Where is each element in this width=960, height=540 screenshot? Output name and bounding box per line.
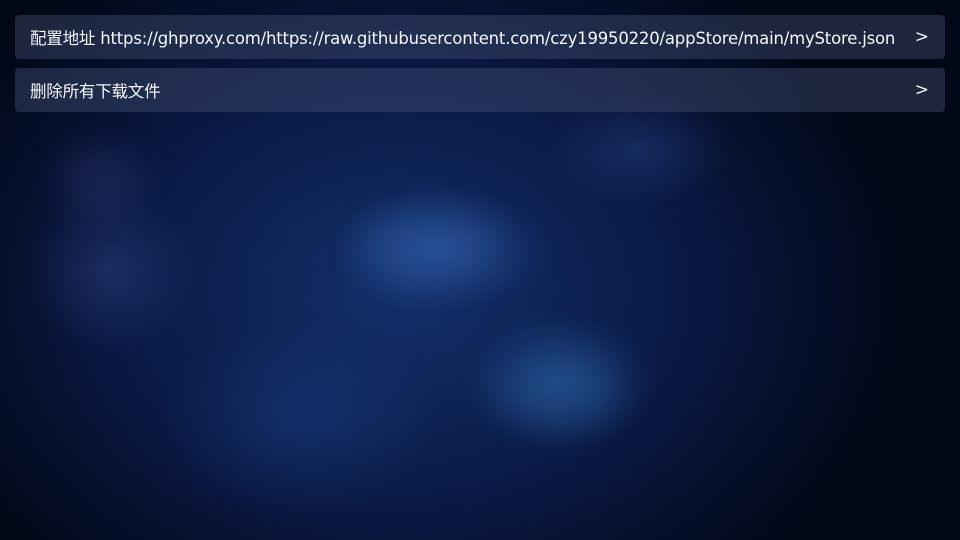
chevron-right-icon: >	[914, 80, 929, 100]
chevron-right-icon: >	[914, 27, 929, 47]
config-address-item[interactable]: 配置地址 https://ghproxy.com/https://raw.git…	[15, 15, 945, 59]
settings-menu: 配置地址 https://ghproxy.com/https://raw.git…	[15, 15, 945, 121]
config-address-label: 配置地址 https://ghproxy.com/https://raw.git…	[30, 29, 896, 48]
background-glow	[60, 150, 140, 210]
background-glow	[500, 350, 620, 430]
delete-all-downloads-item[interactable]: 删除所有下载文件 >	[15, 68, 945, 112]
background-glow	[360, 210, 500, 280]
delete-all-downloads-label: 删除所有下载文件	[30, 82, 161, 101]
